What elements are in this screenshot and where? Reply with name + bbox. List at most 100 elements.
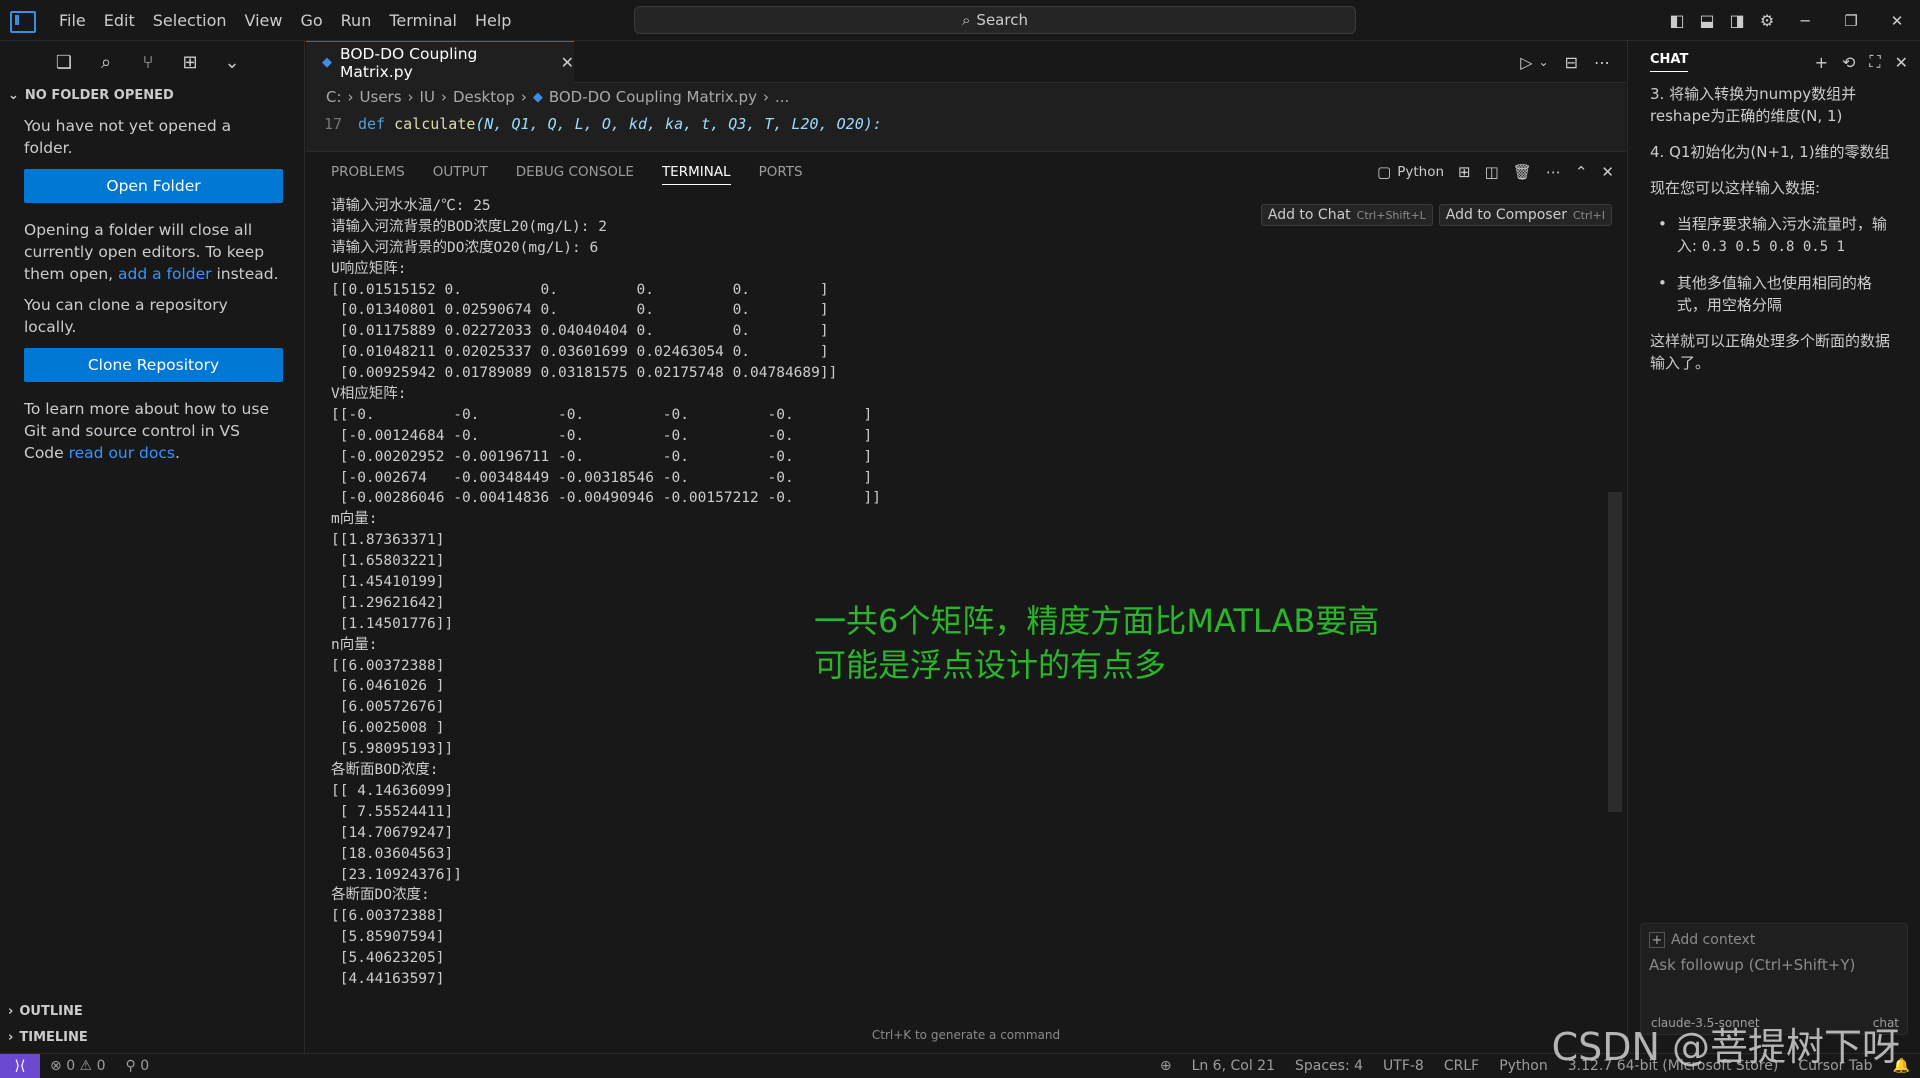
clone-repository-button[interactable]: Clone Repository: [24, 348, 283, 382]
breadcrumb-separator: ›: [520, 88, 527, 106]
chevron-down-icon[interactable]: ⌄: [1539, 55, 1549, 69]
breadcrumb-separator: ›: [407, 88, 414, 106]
command-center-search[interactable]: ⌕ Search: [634, 6, 1356, 34]
terminal-line: [0.00925942 0.01789089 0.03181575 0.0217…: [331, 365, 838, 382]
code-line[interactable]: 17 def calculate (N, Q1, Q, L, O, kd, ka,…: [306, 111, 1626, 137]
search-view-icon[interactable]: ⌕: [92, 48, 120, 76]
add-to-composer-button[interactable]: Add to Composer Ctrl+I: [1438, 204, 1612, 226]
restore-icon[interactable]: ❐: [1828, 0, 1874, 41]
tab-bod-do-coupling-matrix[interactable]: ◆ BOD-DO Coupling Matrix.py ✕: [306, 41, 574, 83]
add-to-chat-button[interactable]: Add to Chat Ctrl+Shift+L: [1260, 204, 1433, 226]
breadcrumb-users[interactable]: Users: [360, 88, 402, 106]
tab-terminal[interactable]: TERMINAL: [661, 159, 731, 185]
add-folder-link[interactable]: add a folder: [118, 265, 212, 283]
python-file-icon: ◆: [322, 55, 332, 70]
split-terminal-icon[interactable]: ◫: [1485, 163, 1499, 181]
tab-debug-console[interactable]: DEBUG CONSOLE: [516, 152, 634, 192]
language-mode[interactable]: Python: [1489, 1058, 1558, 1074]
toggle-secondary-sidebar-icon[interactable]: ◨: [1722, 0, 1752, 41]
gear-icon[interactable]: ⚙: [1752, 0, 1782, 41]
terminal-output[interactable]: 请输入河水水温/℃: 25 请输入河流背景的BOD浓度L20(mg/L): 2 请输…: [331, 196, 1601, 986]
explorer-section-title[interactable]: ⌄ NO FOLDER OPENED: [0, 83, 304, 107]
ports-status[interactable]: ⚲ 0: [115, 1058, 159, 1074]
end-of-line[interactable]: CRLF: [1434, 1058, 1489, 1074]
new-terminal-split-icon[interactable]: ⊞: [1458, 163, 1471, 181]
bullet-text: 当程序要求输入污水流量时，输入: 0.3 0.5 0.8 0.5 1: [1677, 213, 1898, 258]
close-chat-icon[interactable]: ✕: [1895, 53, 1908, 72]
outline-section[interactable]: › OUTLINE: [0, 999, 305, 1023]
minimize-icon[interactable]: ─: [1782, 0, 1828, 41]
run-icon[interactable]: ▷: [1520, 53, 1532, 72]
zoom-icon[interactable]: ⊕: [1150, 1058, 1182, 1074]
add-context-button[interactable]: + Add context: [1641, 924, 1907, 952]
annotation-overlay: 一共6个矩阵，精度方面比MATLAB要高 可能是浮点设计的有点多: [814, 599, 1379, 687]
menu-selection[interactable]: Selection: [144, 0, 236, 41]
menu-terminal[interactable]: Terminal: [380, 0, 466, 41]
plus-icon: +: [1649, 932, 1665, 948]
error-count: 0: [66, 1058, 76, 1074]
open-folder-note: Opening a folder will close all currentl…: [0, 219, 304, 285]
terminal-scrollbar[interactable]: [1608, 492, 1622, 812]
toggle-primary-sidebar-icon[interactable]: ◧: [1662, 0, 1692, 41]
indentation[interactable]: Spaces: 4: [1285, 1058, 1373, 1074]
tab-output[interactable]: OUTPUT: [433, 152, 488, 192]
breadcrumb-more[interactable]: ...: [775, 88, 789, 106]
chat-title[interactable]: CHAT: [1650, 52, 1689, 72]
maximize-icon[interactable]: ⛶: [1869, 52, 1880, 72]
toggle-panel-icon[interactable]: ⬓: [1692, 0, 1722, 41]
breadcrumb-iu[interactable]: IU: [420, 88, 435, 106]
terminal-line: [[-0. -0. -0. -0. -0. ]: [331, 406, 873, 423]
terminal-line: [-0.00202952 -0.00196711 -0. -0. -0. ]: [331, 448, 873, 465]
remote-icon[interactable]: ⟩⟨: [0, 1053, 40, 1078]
terminal-line: 各断面DO浓度:: [331, 887, 430, 904]
app-logo-icon: [10, 11, 36, 33]
menu-run[interactable]: Run: [332, 0, 381, 41]
close-panel-icon[interactable]: ✕: [1601, 163, 1614, 181]
close-tab-icon[interactable]: ✕: [561, 53, 574, 72]
open-folder-button[interactable]: Open Folder: [24, 169, 283, 203]
extensions-icon[interactable]: ⊞: [176, 48, 204, 76]
trash-icon[interactable]: 🗑: [1513, 163, 1532, 181]
search-label: Search: [976, 11, 1028, 29]
terminal-line: U响应矩阵:: [331, 260, 407, 277]
tab-ports[interactable]: PORTS: [759, 152, 803, 192]
terminal-line: [0.01175889 0.02272033 0.04040404 0. 0. …: [331, 323, 829, 340]
cursor-position[interactable]: Ln 6, Col 21: [1182, 1058, 1285, 1074]
explorer-icon[interactable]: ❏: [50, 48, 78, 76]
split-editor-icon[interactable]: ⊟: [1565, 53, 1578, 72]
menu-go[interactable]: Go: [291, 0, 331, 41]
timeline-section[interactable]: › TIMELINE: [0, 1025, 305, 1049]
encoding[interactable]: UTF-8: [1373, 1058, 1434, 1074]
terminal-line: 请输入河流背景的DO浓度O20(mg/L): 6: [331, 239, 599, 256]
git-text-b: .: [174, 444, 180, 462]
terminal-line: [[6.00372388]: [331, 908, 445, 925]
menu-help[interactable]: Help: [466, 0, 520, 41]
menu-file[interactable]: File: [50, 0, 95, 41]
breadcrumb-drive[interactable]: C:: [326, 88, 342, 106]
breadcrumb-file[interactable]: BOD-DO Coupling Matrix.py: [549, 88, 757, 106]
menu-edit[interactable]: Edit: [95, 0, 144, 41]
more-actions-icon[interactable]: ⋯: [1594, 53, 1610, 72]
chat-paragraph: 4. Q1初始化为(N+1, 1)维的零数组: [1650, 143, 1890, 161]
maximize-panel-icon[interactable]: ⌃: [1575, 163, 1588, 181]
chevron-down-icon[interactable]: ⌄: [218, 48, 246, 76]
tab-problems[interactable]: PROBLEMS: [331, 152, 405, 192]
close-window-icon[interactable]: ✕: [1874, 0, 1920, 41]
more-actions-icon[interactable]: ⋯: [1546, 163, 1561, 181]
history-icon[interactable]: ⟲: [1842, 53, 1855, 72]
terminal-kind-label[interactable]: Python: [1397, 164, 1444, 180]
read-docs-link[interactable]: read our docs: [69, 444, 175, 462]
new-chat-icon[interactable]: +: [1815, 53, 1828, 72]
terminal-python-icon[interactable]: ▢: [1377, 163, 1391, 181]
panel-actions: ▢ Python ⊞ ◫ 🗑 ⋯ ⌃ ✕: [1377, 152, 1614, 192]
source-control-icon[interactable]: ⑂: [134, 48, 162, 76]
breadcrumb-separator: ›: [440, 88, 447, 106]
chat-bullet: • 当程序要求输入污水流量时，输入: 0.3 0.5 0.8 0.5 1: [1650, 213, 1898, 258]
chat-paragraph: 3. 将输入转换为numpy数组并reshape为正确的维度(N, 1): [1650, 85, 1857, 125]
problems-status[interactable]: ⊗ 0 ⚠ 0: [40, 1058, 115, 1074]
menu-view[interactable]: View: [236, 0, 292, 41]
line-number: 17: [323, 115, 342, 133]
breadcrumb-desktop[interactable]: Desktop: [453, 88, 515, 106]
followup-input[interactable]: Ask followup (Ctrl+Shift+Y): [1641, 952, 1907, 978]
terminal-line: 各断面BOD浓度:: [331, 762, 439, 779]
